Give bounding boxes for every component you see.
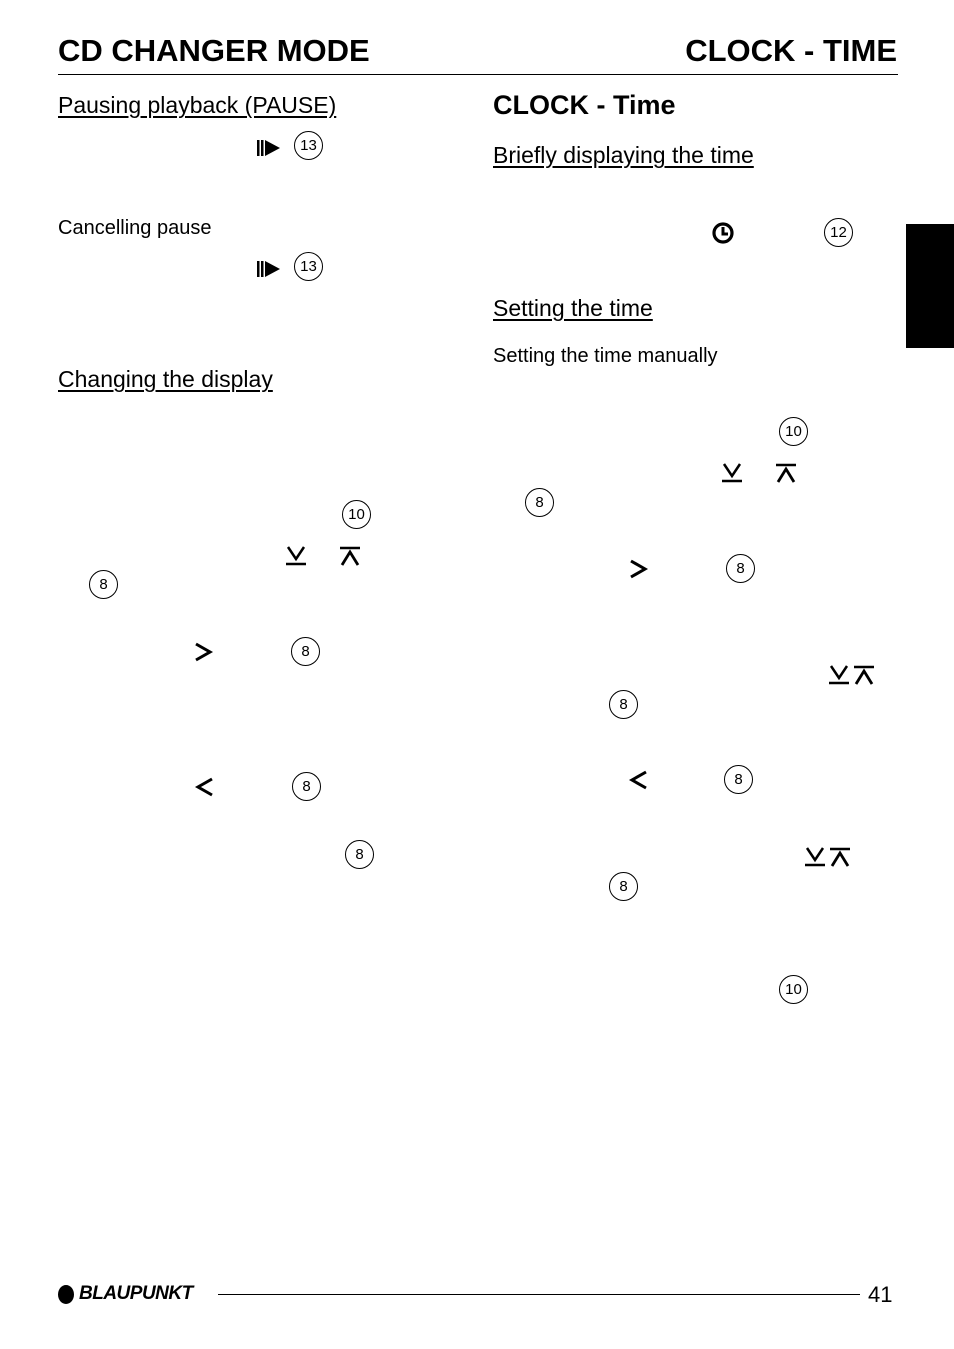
- button-number-8: 8: [525, 488, 554, 517]
- button-number-8: 8: [291, 637, 320, 666]
- button-number-12: 12: [824, 218, 853, 247]
- clock-time-heading: CLOCK - Time: [493, 90, 676, 120]
- left-arrow-icon: [194, 777, 213, 797]
- up-arrow-icon: [776, 463, 796, 483]
- right-arrow-icon: [195, 642, 214, 662]
- thumb-tab: [906, 224, 954, 348]
- down-arrow-icon: [805, 847, 825, 867]
- play-pause-icon: [257, 261, 280, 277]
- header-rule: [58, 74, 898, 75]
- button-number-8: 8: [345, 840, 374, 869]
- page-number: 41: [868, 1282, 893, 1307]
- button-number-10: 10: [779, 417, 808, 446]
- button-number-13: 13: [294, 131, 323, 160]
- header-left-title: CD CHANGER MODE: [58, 33, 370, 68]
- down-arrow-icon: [829, 665, 849, 685]
- clock-icon: [712, 222, 734, 244]
- manual-time-heading: Setting the time manually: [493, 345, 718, 367]
- button-number-8: 8: [609, 872, 638, 901]
- up-arrow-icon: [830, 847, 850, 867]
- button-number-8: 8: [89, 570, 118, 599]
- down-arrow-icon: [722, 463, 742, 483]
- up-arrow-icon: [340, 546, 360, 566]
- up-arrow-icon: [854, 665, 874, 685]
- button-number-10: 10: [779, 975, 808, 1004]
- pause-heading: Pausing playback (PAUSE): [58, 92, 337, 118]
- logo-dot-icon: [58, 1284, 74, 1304]
- play-pause-icon: [257, 140, 280, 156]
- right-arrow-icon: [630, 559, 649, 579]
- cancel-pause-heading: Cancelling pause: [58, 217, 212, 239]
- button-number-13: 13: [294, 252, 323, 281]
- button-number-8: 8: [609, 690, 638, 719]
- brand-name: BLAUPUNKT: [79, 1283, 193, 1304]
- changing-display-heading: Changing the display: [58, 366, 273, 392]
- down-arrow-icon: [286, 546, 306, 566]
- setting-time-heading: Setting the time: [493, 295, 653, 321]
- footer-rule: [218, 1294, 860, 1295]
- left-arrow-icon: [628, 770, 647, 790]
- button-number-8: 8: [292, 772, 321, 801]
- button-number-8: 8: [726, 554, 755, 583]
- brief-display-heading: Briefly displaying the time: [493, 142, 754, 168]
- brand-logo: BLAUPUNKT: [58, 1283, 193, 1304]
- button-number-8: 8: [724, 765, 753, 794]
- button-number-10: 10: [342, 500, 371, 529]
- header-right-title: CLOCK - TIME: [685, 33, 897, 68]
